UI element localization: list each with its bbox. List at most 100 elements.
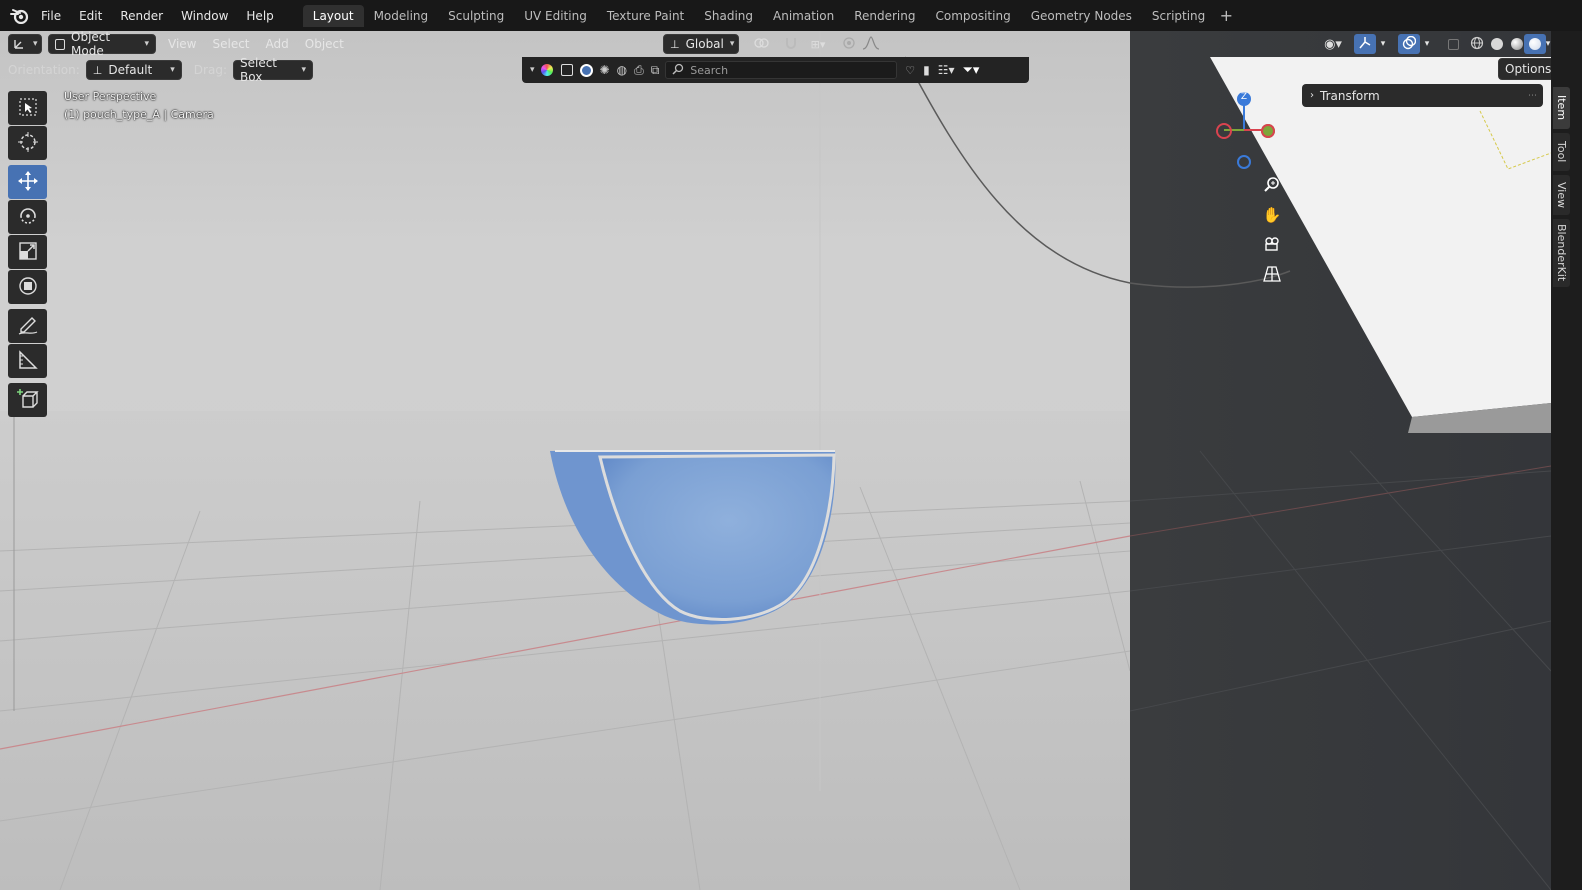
camera-view-button[interactable]: [1259, 232, 1285, 258]
menu-add[interactable]: Add: [258, 37, 297, 51]
options-dropdown[interactable]: Options ▾: [1498, 58, 1551, 80]
search-input[interactable]: [690, 63, 891, 77]
menu-file[interactable]: File: [32, 5, 70, 27]
wireframe-sphere-icon: [1470, 36, 1484, 53]
menu-view[interactable]: View: [160, 37, 204, 51]
menu-window[interactable]: Window: [172, 5, 237, 27]
tab-layout[interactable]: Layout: [302, 4, 364, 27]
collection-icon[interactable]: ⧉: [651, 63, 660, 78]
move-tool[interactable]: [8, 165, 47, 199]
select-box-icon: [18, 97, 38, 120]
menu-render[interactable]: Render: [111, 5, 172, 27]
chevron-down-icon[interactable]: ▾: [530, 65, 535, 75]
proportional-editing-toggle[interactable]: [838, 34, 860, 54]
magnet-icon: [784, 36, 798, 53]
cursor-tool[interactable]: [8, 126, 47, 160]
scale-icon: [17, 240, 39, 265]
color-wheel-icon[interactable]: [540, 64, 553, 76]
pan-button[interactable]: ✋: [1259, 202, 1285, 228]
orientation-value: Default: [108, 63, 153, 77]
move-arrows-icon: [17, 170, 39, 195]
add-workspace-icon[interactable]: +: [1215, 6, 1237, 25]
falloff-dropdown[interactable]: [860, 34, 882, 54]
transform-icon: [17, 275, 39, 300]
menu-edit[interactable]: Edit: [70, 5, 111, 27]
zoom-button[interactable]: [1259, 172, 1285, 198]
active-object-label: (1) pouch_type_A | Camera: [64, 108, 214, 121]
tab-view[interactable]: View: [1553, 175, 1570, 215]
annotate-tool[interactable]: [8, 309, 47, 343]
select-box-tool[interactable]: [8, 91, 47, 125]
shading-dropdown[interactable]: ▾: [1542, 34, 1551, 54]
tab-geometry-nodes[interactable]: Geometry Nodes: [1021, 5, 1142, 27]
top-menu-bar: File Edit Render Window Help Layout Mode…: [0, 0, 1582, 31]
search-field[interactable]: [665, 61, 898, 79]
chevron-down-icon: ▾: [729, 39, 735, 49]
viewport-filter-bar: ▾ ✺ ◍ ⎙ ⧉ ♡ ▮ ☷▾ ⏷▾: [522, 57, 1029, 83]
transform-panel-label: Transform: [1320, 88, 1380, 103]
bookmark-icon[interactable]: ▮: [923, 63, 930, 77]
layout-dropdown-icon[interactable]: ☷▾: [938, 63, 955, 77]
pencil-icon: [17, 314, 39, 339]
menu-object[interactable]: Object: [297, 37, 352, 51]
tab-item[interactable]: Item: [1553, 87, 1570, 129]
tab-animation[interactable]: Animation: [763, 5, 844, 27]
drag-dropdown[interactable]: Select Box ▾: [232, 56, 313, 84]
xray-icon: [1447, 38, 1459, 50]
tab-shading[interactable]: Shading: [694, 5, 763, 27]
snap-target-dropdown[interactable]: ⊞▾: [804, 34, 832, 54]
transform-panel-header[interactable]: › Transform ⋯: [1302, 84, 1543, 107]
menu-help[interactable]: Help: [237, 5, 282, 27]
tab-blenderkit[interactable]: BlenderKit: [1553, 219, 1570, 287]
hand-icon: ✋: [1262, 206, 1282, 224]
scale-tool[interactable]: [8, 235, 47, 269]
gizmo-toggle[interactable]: [1354, 34, 1376, 54]
camera-icon: [1263, 235, 1281, 256]
overlays-dropdown[interactable]: ▾: [1420, 34, 1434, 54]
perspective-label: User Perspective: [64, 90, 157, 103]
mode-dropdown[interactable]: Object Mode ▾: [48, 31, 156, 58]
shading-wireframe-button[interactable]: [1466, 34, 1488, 54]
world-icon[interactable]: ◍: [617, 63, 627, 77]
tab-uv-editing[interactable]: UV Editing: [514, 5, 597, 27]
gizmo-dropdown[interactable]: ▾: [1376, 34, 1390, 54]
xray-toggle[interactable]: [1442, 34, 1464, 54]
pivot-point-button[interactable]: [748, 34, 776, 54]
object-mode-icon: [55, 38, 66, 50]
editor-type-button[interactable]: ▾: [8, 34, 42, 54]
chevron-down-icon: ▾: [1424, 39, 1430, 49]
tab-tool[interactable]: Tool: [1553, 133, 1570, 171]
tab-scripting[interactable]: Scripting: [1142, 5, 1215, 27]
measure-tool[interactable]: [8, 344, 47, 378]
shading-solid-button[interactable]: [1486, 34, 1508, 54]
transform-tool[interactable]: [8, 270, 47, 304]
tab-sculpting[interactable]: Sculpting: [438, 5, 514, 27]
transform-orientation-dropdown[interactable]: ⊥ Global ▾: [663, 34, 739, 54]
add-cube-tool[interactable]: [8, 383, 47, 417]
perspective-toggle-button[interactable]: [1259, 262, 1285, 288]
object-type-icon[interactable]: [560, 64, 573, 76]
chevron-down-icon: ▾: [1380, 39, 1386, 49]
options-label: Options: [1505, 62, 1551, 76]
visibility-dropdown[interactable]: ◉▾: [1318, 34, 1348, 54]
tab-compositing[interactable]: Compositing: [925, 5, 1020, 27]
3d-viewport[interactable]: Z ▾ Object Mode ▾ View Select Add Object…: [0, 31, 1551, 890]
rotate-tool[interactable]: [8, 200, 47, 234]
filter-icon[interactable]: ⏷▾: [963, 63, 980, 78]
cursor-crosshair-icon: [17, 131, 39, 156]
snap-increment-icon: ⊞▾: [810, 37, 826, 51]
rotate-icon: [17, 205, 39, 230]
render-layers-icon[interactable]: ⎙: [634, 63, 644, 78]
drag-handle-icon[interactable]: ⋯: [1528, 91, 1537, 101]
tab-rendering[interactable]: Rendering: [844, 5, 925, 27]
blender-logo-icon[interactable]: [8, 6, 32, 26]
overlays-toggle[interactable]: [1398, 34, 1420, 54]
solid-display-icon[interactable]: [579, 63, 593, 77]
heart-icon[interactable]: ♡: [905, 64, 915, 77]
orientation-dropdown[interactable]: ⊥ Default ▾: [85, 60, 182, 80]
snap-toggle[interactable]: [780, 34, 802, 54]
menu-select[interactable]: Select: [204, 37, 257, 51]
tab-modeling[interactable]: Modeling: [364, 5, 439, 27]
lighting-icon[interactable]: ✺: [600, 63, 610, 77]
tab-texture-paint[interactable]: Texture Paint: [597, 5, 694, 27]
